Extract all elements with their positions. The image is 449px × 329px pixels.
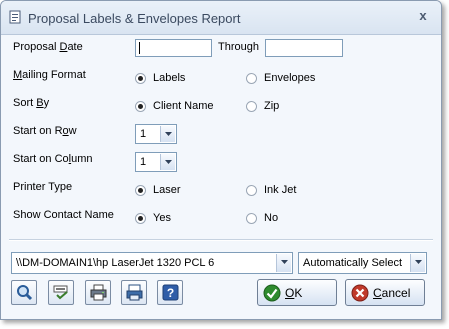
printer-setup-icon (126, 284, 143, 301)
ok-button[interactable]: OK (257, 279, 337, 306)
radio-dot[interactable] (246, 100, 257, 112)
chevron-down-icon[interactable] (160, 126, 175, 142)
start-row-label: Start on Row (13, 125, 77, 137)
close-icon[interactable]: x (415, 8, 431, 24)
radio-dot[interactable] (135, 184, 146, 196)
proposal-date-label: Proposal Date (13, 41, 83, 53)
radio-dot[interactable] (135, 72, 146, 84)
spellcheck-button[interactable] (48, 280, 74, 305)
chevron-down-icon[interactable] (276, 254, 291, 272)
printer-setup-button[interactable] (121, 280, 147, 305)
search-button[interactable] (11, 280, 37, 305)
chevron-down-icon[interactable] (410, 254, 425, 272)
search-icon (17, 285, 33, 301)
radio-zip[interactable]: Zip (246, 99, 279, 113)
help-icon: ? (162, 284, 179, 301)
show-contact-label: Show Contact Name (13, 209, 114, 221)
mailing-format-label: Mailing Format (13, 69, 86, 81)
print-preview-button[interactable] (85, 280, 111, 305)
radio-client-name[interactable]: Client Name (135, 99, 214, 113)
radio-no[interactable]: No (246, 211, 278, 225)
help-button[interactable]: ? (157, 280, 183, 305)
proposal-date-from-input[interactable] (135, 39, 212, 57)
spellcheck-icon (53, 285, 68, 300)
cancel-button[interactable]: Cancel (345, 279, 425, 306)
through-label: Through (218, 41, 259, 53)
cancel-icon (351, 284, 369, 301)
ok-label: OK (285, 285, 303, 300)
radio-envelopes[interactable]: Envelopes (246, 71, 315, 85)
start-row-select[interactable]: 1 (135, 124, 177, 144)
start-column-select[interactable]: 1 (135, 152, 177, 172)
radio-dot[interactable] (246, 72, 257, 84)
cancel-label: Cancel (373, 285, 411, 300)
report-dialog: Proposal Labels & Envelopes Report x Pro… (0, 0, 442, 320)
report-icon (9, 10, 21, 24)
sort-by-label: Sort By (13, 97, 50, 109)
window-title: Proposal Labels & Envelopes Report (28, 11, 241, 26)
divider (9, 239, 433, 241)
radio-dot[interactable] (246, 212, 257, 224)
proposal-date-through-input[interactable] (265, 39, 343, 57)
paper-tray-select[interactable]: Automatically Select (298, 252, 427, 274)
radio-dot[interactable] (246, 184, 257, 196)
printer-type-label: Printer Type (13, 181, 73, 193)
radio-yes[interactable]: Yes (135, 211, 171, 225)
radio-laser[interactable]: Laser (135, 183, 181, 197)
radio-labels[interactable]: Labels (135, 71, 185, 85)
radio-dot[interactable] (135, 212, 146, 224)
start-column-label: Start on Column (13, 153, 93, 165)
title-bar: Proposal Labels & Envelopes Report x (1, 1, 441, 35)
chevron-down-icon[interactable] (160, 154, 175, 170)
radio-dot[interactable] (135, 100, 146, 112)
print-preview-icon (90, 284, 107, 301)
checkmark-icon (263, 284, 281, 301)
printer-select[interactable]: \\DM-DOMAIN1\hp LaserJet 1320 PCL 6 (11, 252, 293, 274)
svg-text:?: ? (167, 286, 174, 300)
radio-ink-jet[interactable]: Ink Jet (246, 183, 296, 197)
